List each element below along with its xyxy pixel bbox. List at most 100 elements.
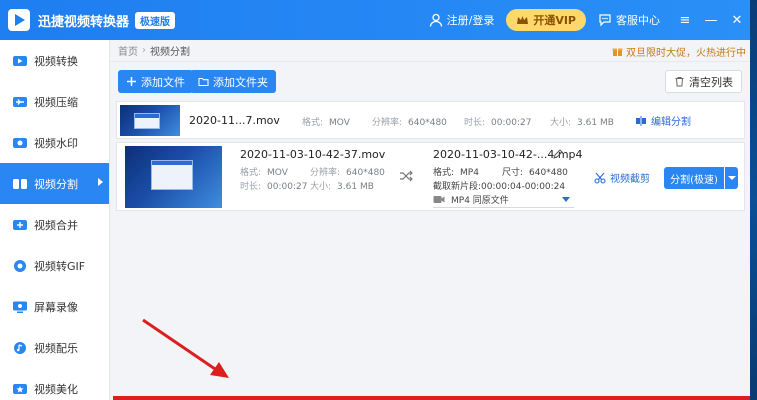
toolbar: 添加文件 添加文件夹 清空列表 bbox=[110, 62, 750, 100]
file-name: 2020-11...7.mov bbox=[189, 114, 280, 127]
sidebar-item-label: 屏幕录像 bbox=[34, 300, 78, 314]
split-fast-button[interactable]: 分割(极速) bbox=[664, 167, 724, 189]
open-vip-label: 开通VIP bbox=[533, 14, 576, 27]
clear-list-label: 清空列表 bbox=[689, 75, 733, 89]
edition-badge: 极速版 bbox=[135, 11, 176, 29]
gift-icon bbox=[612, 48, 623, 56]
out-size-value: 640*480 bbox=[529, 168, 568, 178]
video-merge-icon bbox=[13, 219, 27, 230]
resolution-value: 640*480 bbox=[408, 118, 447, 128]
breadcrumb-current: 视频分割 bbox=[150, 47, 190, 58]
file-row-expanded[interactable]: 2020-11-03-10-42-37.mov 格式: MOV 分辨率: 640*4… bbox=[116, 142, 745, 211]
output-format-select[interactable]: MP4 同原文件 bbox=[433, 192, 574, 208]
trash-icon bbox=[675, 77, 684, 87]
size-value: 3.61 MB bbox=[577, 118, 614, 128]
out-format-label: 格式: bbox=[433, 168, 455, 178]
file-resolution: 分辨率: 640*480 bbox=[310, 165, 385, 178]
output-size: 尺寸: 640*480 bbox=[502, 165, 568, 178]
sidebar-item-label: 视频合并 bbox=[34, 218, 78, 232]
duration-value: 00:00:27 bbox=[491, 118, 532, 128]
sidebar-item-label: 视频美化 bbox=[34, 382, 78, 396]
video-crop-label: 视频截剪 bbox=[610, 174, 650, 185]
size-label: 大小: bbox=[310, 182, 332, 192]
open-vip-button[interactable]: 开通VIP bbox=[506, 9, 586, 31]
scissors-icon bbox=[594, 172, 606, 184]
crown-icon bbox=[517, 15, 529, 24]
video-crop-link[interactable]: 视频截剪 bbox=[594, 170, 650, 185]
sidebar-item-video-gif[interactable]: 视频转GIF bbox=[0, 245, 109, 286]
video-convert-icon bbox=[13, 55, 27, 66]
sidebar-item-video-merge[interactable]: 视频合并 bbox=[0, 204, 109, 245]
file-format: 格式: MOV bbox=[240, 165, 288, 178]
size-label: 大小: bbox=[550, 118, 572, 128]
video-thumbnail bbox=[120, 105, 180, 136]
sidebar-item-label: 视频水印 bbox=[34, 136, 78, 150]
app-title: 迅捷视频转换器 bbox=[38, 14, 130, 30]
format-value: MOV bbox=[329, 118, 350, 128]
plus-icon bbox=[127, 77, 136, 86]
edit-split-icon bbox=[636, 115, 646, 126]
format-label: 格式: bbox=[302, 118, 324, 128]
desktop-background-edge bbox=[750, 0, 757, 400]
duration-label: 时长: bbox=[240, 182, 262, 192]
clip-label: 截取新片段: bbox=[433, 182, 482, 192]
sidebar-item-label: 视频配乐 bbox=[34, 341, 78, 355]
resolution-label: 分辨率: bbox=[372, 118, 403, 128]
sidebar-item-label: 视频转GIF bbox=[34, 259, 86, 273]
video-gif-icon bbox=[14, 259, 26, 272]
file-size: 大小: 3.61 MB bbox=[550, 115, 614, 128]
output-format: 格式: MP4 bbox=[433, 165, 479, 178]
minimize-icon[interactable]: — bbox=[698, 0, 724, 40]
sidebar-item-label: 视频转换 bbox=[34, 54, 78, 68]
clip-value: 00:00:04-00:00:24 bbox=[481, 182, 566, 192]
breadcrumb-home[interactable]: 首页 bbox=[118, 43, 138, 58]
file-name: 2020-11-03-10-42-37.mov bbox=[240, 148, 386, 161]
add-file-button[interactable]: 添加文件 bbox=[118, 70, 193, 93]
duration-value: 00:00:27 bbox=[267, 182, 308, 192]
promo-text: 双旦限时大促，火热进行中 bbox=[626, 48, 746, 59]
video-music-icon bbox=[14, 341, 26, 354]
out-size-label: 尺寸: bbox=[502, 168, 524, 178]
sidebar-item-video-watermark[interactable]: 视频水印 bbox=[0, 122, 109, 163]
sidebar: 视频转换 视频压缩 视频水印 视频分割 视频合并 视频转GIF 屏幕录像 视频配… bbox=[0, 40, 110, 400]
sidebar-item-video-compress[interactable]: 视频压缩 bbox=[0, 81, 109, 122]
clip-range: 截取新片段:00:00:04-00:00:24 bbox=[433, 179, 565, 192]
output-format-select-value: MP4 同原文件 bbox=[451, 196, 509, 206]
service-center-label: 客服中心 bbox=[616, 14, 660, 27]
folder-icon bbox=[198, 77, 209, 87]
menu-icon[interactable]: ≡ bbox=[672, 0, 698, 40]
video-split-icon bbox=[13, 178, 27, 189]
service-center-link[interactable]: 客服中心 bbox=[598, 12, 660, 28]
user-icon bbox=[429, 13, 442, 27]
shuffle-arrow-icon bbox=[400, 170, 413, 182]
chevron-right-icon bbox=[98, 178, 103, 186]
breadcrumb-separator-icon: › bbox=[142, 45, 146, 56]
close-icon[interactable]: ✕ bbox=[724, 0, 750, 40]
add-folder-button[interactable]: 添加文件夹 bbox=[190, 70, 276, 93]
register-login-label: 注册/登录 bbox=[446, 14, 495, 27]
size-value: 3.61 MB bbox=[337, 182, 374, 192]
app-logo-icon bbox=[8, 9, 30, 31]
split-options-dropdown[interactable] bbox=[725, 167, 738, 189]
clear-list-button[interactable]: 清空列表 bbox=[665, 70, 742, 93]
resolution-value: 640*480 bbox=[346, 168, 385, 178]
sidebar-item-video-music[interactable]: 视频配乐 bbox=[0, 327, 109, 368]
register-login-link[interactable]: 注册/登录 bbox=[429, 12, 495, 28]
file-duration: 时长: 00:00:27 bbox=[464, 115, 531, 128]
sidebar-item-screen-record[interactable]: 屏幕录像 bbox=[0, 286, 109, 327]
sidebar-item-video-split[interactable]: 视频分割 bbox=[0, 163, 109, 204]
pencil-icon[interactable] bbox=[553, 149, 563, 159]
edit-split-label: 编辑分割 bbox=[651, 117, 691, 128]
video-camera-icon bbox=[433, 196, 445, 203]
edit-split-link[interactable]: 编辑分割 bbox=[635, 113, 691, 128]
resolution-label: 分辨率: bbox=[310, 168, 341, 178]
file-row[interactable]: 2020-11...7.mov 格式: MOV 分辨率: 640*480 时长: 00… bbox=[116, 101, 745, 139]
sidebar-item-video-convert[interactable]: 视频转换 bbox=[0, 40, 109, 81]
annotation-highlight-bar bbox=[113, 396, 750, 400]
out-format-value: MP4 bbox=[460, 168, 479, 178]
promo-banner[interactable]: 双旦限时大促，火热进行中 bbox=[612, 44, 746, 59]
video-beautify-icon bbox=[13, 383, 27, 394]
add-folder-label: 添加文件夹 bbox=[213, 75, 268, 89]
file-duration: 时长: 00:00:27 bbox=[240, 179, 307, 192]
sidebar-item-video-beautify[interactable]: 视频美化 bbox=[0, 368, 109, 400]
